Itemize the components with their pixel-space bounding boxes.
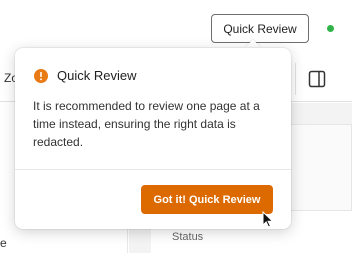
status-label: Status [172, 231, 204, 243]
popover-divider [15, 169, 291, 170]
popover-header: Quick Review [34, 68, 136, 83]
left-panel-text: e [0, 236, 7, 250]
quick-review-popover: Quick Review It is recommended to review… [15, 48, 291, 229]
panel-toggle-icon[interactable] [308, 70, 326, 88]
quick-review-button[interactable]: Quick Review [211, 14, 309, 43]
info-icon [34, 68, 48, 83]
got-it-quick-review-button[interactable]: Got it! Quick Review [141, 185, 273, 214]
toolbar-divider [295, 63, 296, 95]
mouse-pointer-icon [262, 211, 274, 228]
popover-title: Quick Review [57, 68, 137, 83]
online-status-dot [327, 25, 334, 32]
popover-message: It is recommended to review one page at … [33, 99, 260, 149]
